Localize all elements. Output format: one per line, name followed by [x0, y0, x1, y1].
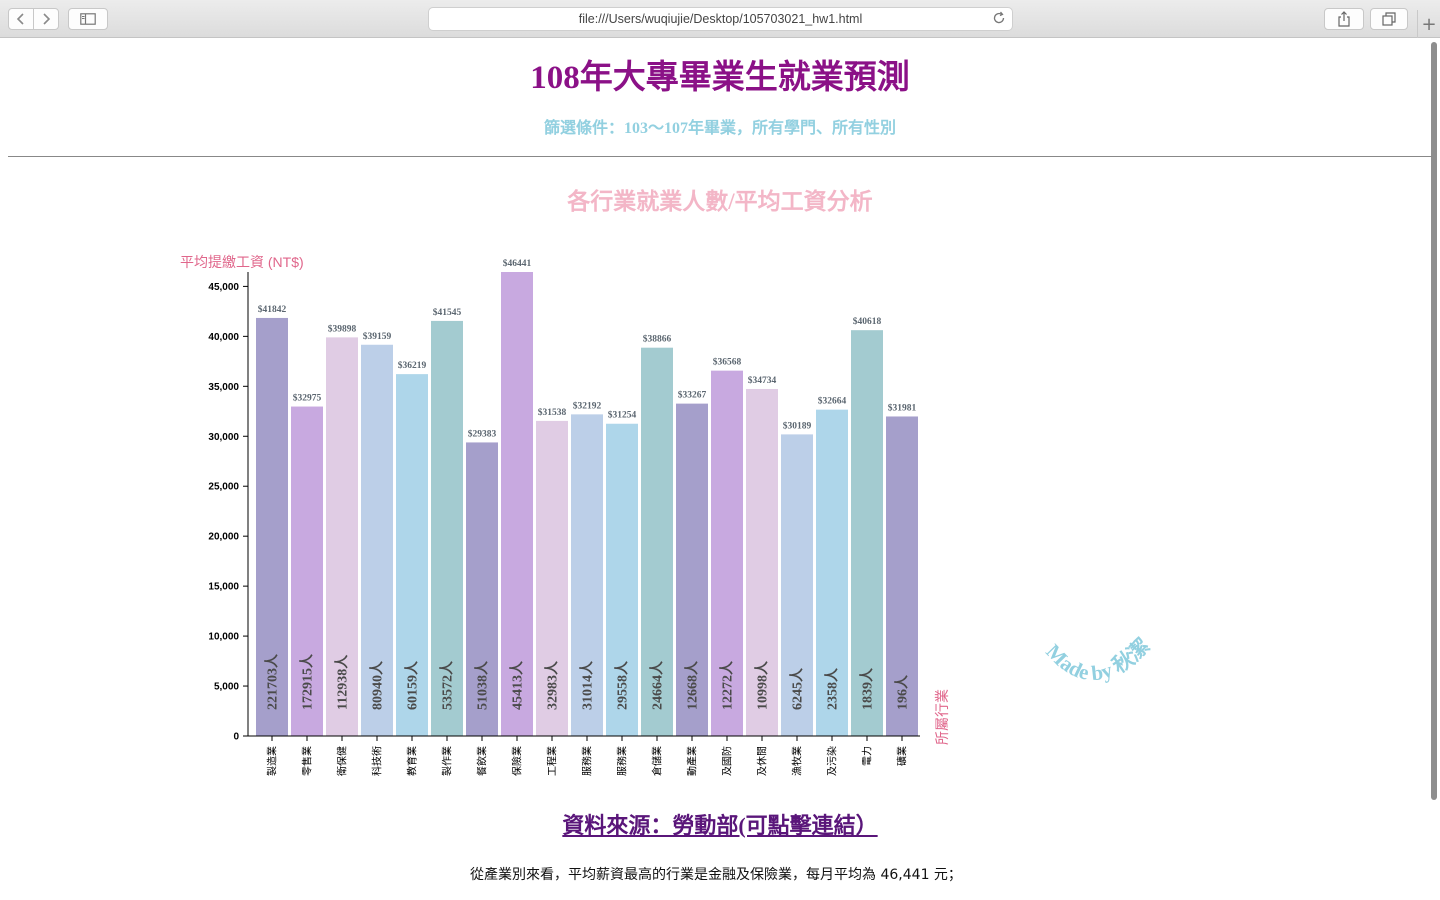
x-tick-label: 服務業: [616, 746, 629, 776]
y-tick-label: 30,000: [208, 432, 239, 443]
bar-value-label: $39898: [328, 323, 357, 334]
source-link[interactable]: 資料來源：勞動部(可點擊連結）: [0, 808, 1440, 840]
watermark: Made by 秋潔: [1041, 634, 1154, 686]
x-tick-label: 動產業: [686, 746, 699, 776]
x-tick-label: 衛保健: [336, 746, 349, 776]
bar-headcount-label: 112938人: [334, 654, 351, 710]
x-tick-label: 保險業: [511, 746, 524, 776]
bar-value-label: $36568: [713, 357, 742, 368]
x-tick-label: 及國防: [721, 746, 734, 776]
bar-headcount-label: 80940人: [369, 660, 386, 710]
browser-toolbar: file:///Users/wuqiujie/Desktop/105703021…: [0, 0, 1440, 38]
bar-chart: 0 5,000 10,000 15,000 20,000 25,000 30,000 35,0…: [180, 254, 1154, 776]
bar-headcount-label: 6245人: [789, 667, 806, 710]
y-tick-label: 5,000: [214, 682, 239, 693]
y-tick-label: 35,000: [208, 382, 239, 393]
reload-icon[interactable]: [992, 11, 1006, 25]
bar-value-label: $46441: [503, 258, 532, 269]
x-tick-label: 科技術: [371, 746, 384, 776]
x-tick-label: 漁牧業: [791, 746, 804, 776]
x-tick-label: 及休閒: [757, 746, 769, 776]
bar-headcount-label: 60159人: [404, 660, 421, 710]
x-tick-label: 教育業: [406, 746, 419, 776]
sidebar-button[interactable]: [68, 8, 108, 30]
x-tick-label: 倉儲業: [651, 746, 664, 776]
page-title: 108年大專畢業生就業預測: [530, 60, 910, 96]
x-tick-label: 電力: [861, 746, 874, 766]
bar-headcount-label: 51038人: [474, 660, 491, 710]
sidebar-icon: [80, 13, 96, 25]
bar-value-label: $32192: [573, 400, 602, 411]
y-axis: 0 5,000 10,000 15,000 20,000 25,000 30,000 35,0…: [208, 272, 249, 743]
bar-headcount-label: 221703人: [264, 653, 281, 710]
address-bar[interactable]: file:///Users/wuqiujie/Desktop/105703021…: [428, 7, 1013, 31]
tabs-overview-button[interactable]: [1370, 8, 1408, 30]
summary-text: 從產業別來看，平均薪資最高的行業是金融及保險業，每月平均為 46,441 元；: [470, 867, 962, 883]
chevron-left-icon: [16, 13, 24, 25]
bar-value-label: $39159: [363, 331, 392, 342]
chart-heading: 各行業就業人數/平均工資分析: [567, 189, 873, 214]
bar-headcount-label: 10998人: [754, 660, 771, 710]
y-axis-label: 平均提繳工資 (NT$): [180, 254, 304, 270]
x-tick-label: 零售業: [301, 746, 314, 776]
y-tick-label: 15,000: [208, 582, 239, 593]
x-tick-label: 餐飲業: [476, 746, 489, 776]
x-tick-label: 工程業: [546, 746, 559, 776]
bar-headcount-label: 1839人: [859, 667, 876, 710]
plus-icon: +: [1421, 13, 1437, 35]
bar-value-label: $31254: [608, 410, 637, 421]
x-tick-label: 製作業: [441, 746, 454, 776]
tabs-icon: [1382, 12, 1396, 26]
bar-value-label: $32975: [293, 393, 322, 404]
y-tick-label: 10,000: [208, 632, 239, 643]
divider: [8, 156, 1432, 157]
share-icon: [1338, 11, 1350, 27]
bar-value-label: $36219: [398, 360, 427, 371]
new-tab-button[interactable]: +: [1417, 10, 1440, 38]
bar-value-label: $41545: [433, 307, 462, 318]
bar-headcount-label: 53572人: [439, 660, 456, 710]
bar-headcount-label: 196人: [894, 674, 911, 710]
x-axis-label: 所屬行業: [935, 689, 951, 745]
bar-value-label: $31981: [888, 402, 917, 413]
bar-headcount-label: 32983人: [544, 660, 561, 710]
x-tick-label: 礦業: [896, 746, 909, 766]
bar-value-label: $33267: [678, 390, 707, 401]
x-tick-label: 服務業: [581, 746, 594, 776]
bar-headcount-label: 45413人: [509, 660, 526, 710]
bar-value-label: $41842: [258, 304, 287, 315]
y-tick-label: 45,000: [208, 282, 239, 293]
bar-value-label: $29383: [468, 428, 497, 439]
bar-value-label: $32664: [818, 396, 847, 407]
x-tick-label: 製造業: [266, 746, 279, 776]
x-axis: 製造業 零售業 衛保健 科技術 教育業 製作業 餐飲業 保險業 工程業 服務業 服務業 倉儲業 動產業 及…: [248, 735, 920, 776]
forward-button[interactable]: [33, 8, 59, 30]
bar-headcount-label: 31014人: [579, 660, 596, 710]
y-tick-label: 25,000: [208, 482, 239, 493]
bar-headcount-label: 172915人: [299, 653, 316, 710]
bars-group: $41842 221703人 $32975 172915人 $39898 112938人 $…: [256, 258, 918, 736]
bar-value-label: $30189: [783, 420, 812, 431]
bar-headcount-label: 12272人: [719, 660, 736, 710]
bar-headcount-label: 12668人: [684, 660, 701, 710]
y-tick-label: 40,000: [208, 332, 239, 343]
y-tick-label: 20,000: [208, 532, 239, 543]
x-tick-label: 及污染: [826, 746, 839, 776]
bar-headcount-label: 2358人: [824, 667, 841, 710]
bar-value-label: $31538: [538, 407, 567, 418]
y-tick-label: 0: [233, 732, 239, 743]
bar-value-label: $34734: [748, 375, 777, 386]
bar-headcount-label: 24664人: [649, 660, 666, 710]
address-bar-text: file:///Users/wuqiujie/Desktop/105703021…: [578, 12, 863, 26]
bar-headcount-label: 29558人: [614, 660, 631, 710]
share-button[interactable]: [1324, 8, 1364, 30]
bar-value-label: $40618: [853, 316, 882, 327]
chevron-right-icon: [43, 13, 51, 25]
filter-subtitle: 篩選條件：103～107年畢業，所有學門、所有性別: [543, 120, 896, 137]
back-button[interactable]: [8, 8, 34, 30]
bar-value-label: $38866: [643, 334, 672, 345]
